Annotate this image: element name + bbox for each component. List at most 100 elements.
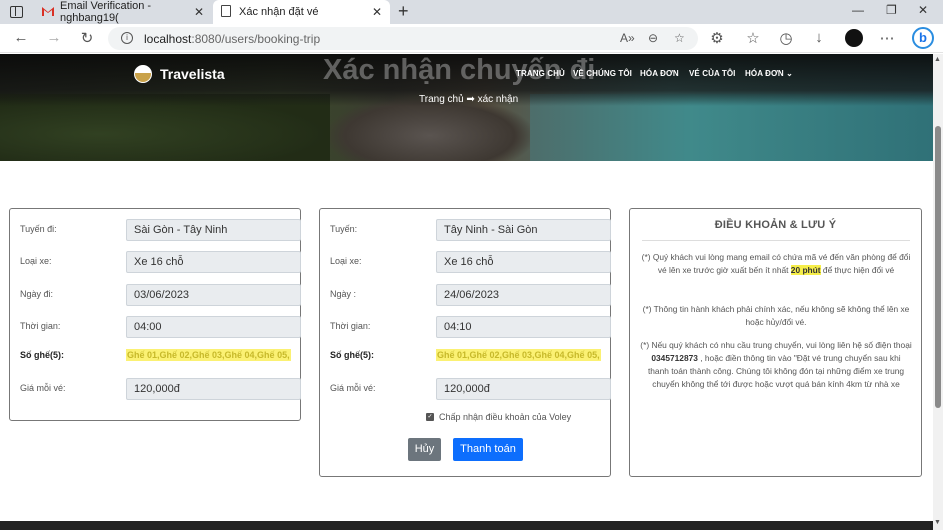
browser-tab-strip: Email Verification - nghbang19( ✕ Xác nh… (0, 0, 943, 24)
seats-value: Ghế 01,Ghế 02,Ghế 03,Ghế 04,Ghế 05, (436, 349, 601, 361)
return-trip-card: Tuyến: Tây Ninh - Sài Gòn Loại xe: Xe 16… (319, 208, 611, 477)
maximize-icon[interactable]: ❐ (886, 3, 897, 17)
route-row: Tuyến: Tây Ninh - Sài Gòn (330, 219, 611, 241)
profile-avatar[interactable] (845, 29, 863, 47)
gmail-icon (42, 7, 54, 16)
close-tab-icon[interactable]: ✕ (194, 5, 204, 19)
date-label: Ngày đi: (20, 289, 54, 299)
time-row: Thời gian: 04:00 (20, 316, 301, 338)
site-logo[interactable]: Travelista (134, 65, 225, 83)
vehicle-field: Xe 16 chỗ (126, 251, 301, 273)
address-bar[interactable]: i localhost:8080/users/booking-trip A» ⊖… (108, 27, 698, 50)
vehicle-label: Loại xe: (20, 256, 52, 266)
date-field: 03/06/2023 (126, 284, 301, 306)
divider (642, 240, 910, 241)
terms-paragraph-3: (*) Nếu quý khách có nhu cầu trung chuyể… (640, 340, 912, 389)
scroll-up-icon[interactable]: ▲ (934, 56, 941, 63)
hero-banner: Xác nhận chuyến đi Travelista TRANG CHỦ … (0, 54, 933, 161)
terms-paragraph-1: (*) Quý khách vui lòng mang email có chứ… (641, 252, 911, 275)
tab-email-verification[interactable]: Email Verification - nghbang19( ✕ (34, 0, 212, 24)
vehicle-field: Xe 16 chỗ (436, 251, 611, 273)
checkbox-checked-icon[interactable]: ✓ (426, 413, 434, 421)
price-row: Giá mỗi vé: 120,000đ (330, 378, 611, 400)
time-label: Thời gian: (330, 321, 371, 331)
seats-label: Số ghế(5): (20, 350, 64, 360)
tab-actions-icon[interactable] (10, 6, 23, 18)
reload-icon[interactable]: ↻ (78, 29, 96, 47)
tab-title: Email Verification - nghbang19( (60, 0, 152, 24)
date-label: Ngày : (330, 289, 357, 299)
price-label: Giá mỗi vé: (330, 383, 376, 393)
route-field: Tây Ninh - Sài Gòn (436, 219, 611, 241)
seats-value: Ghế 01,Ghế 02,Ghế 03,Ghế 04,Ghế 05, (126, 349, 291, 361)
outbound-trip-card: Tuyến đi: Sài Gòn - Tây Ninh Loại xe: Xe… (9, 208, 301, 421)
terms-title: ĐIỀU KHOẢN & LƯU Ý (714, 219, 837, 231)
vehicle-row: Loại xe: Xe 16 chỗ (330, 251, 611, 273)
page-viewport: Xác nhận chuyến đi Travelista TRANG CHỦ … (0, 54, 933, 530)
more-icon[interactable]: ⋯ (878, 29, 896, 47)
hero-rock (330, 98, 530, 161)
scrollbar-thumb[interactable] (935, 126, 941, 408)
price-row: Giá mỗi vé: 120,000đ (20, 378, 301, 400)
date-row: Ngày đi: 03/06/2023 (20, 284, 301, 306)
back-icon[interactable]: ← (12, 29, 30, 46)
info-icon[interactable]: i (121, 32, 133, 44)
route-label: Tuyến: (330, 224, 358, 234)
time-field: 04:10 (436, 316, 611, 338)
browser-toolbar: ← → ↻ i localhost:8080/users/booking-tri… (0, 24, 943, 53)
url-text: localhost:8080/users/booking-trip (144, 32, 321, 46)
extensions-icon[interactable]: ⚙ (708, 29, 726, 47)
breadcrumb: Trang chủ ➡ xác nhận (419, 94, 519, 105)
scroll-down-icon[interactable]: ▼ (934, 519, 941, 526)
brand-name: Travelista (160, 66, 225, 82)
nav-my-tickets[interactable]: VÉ CỦA TÔI (689, 69, 735, 78)
pay-button[interactable]: Thanh toán (453, 438, 523, 461)
new-tab-icon[interactable]: + (398, 1, 409, 22)
read-aloud-icon[interactable]: A» (620, 31, 635, 45)
footer-bar (0, 521, 933, 530)
vehicle-label: Loại xe: (330, 256, 362, 266)
terms-paragraph-2: (*) Thông tin hành khách phải chính xác,… (642, 304, 910, 327)
close-window-icon[interactable]: ✕ (918, 3, 928, 17)
nav-about[interactable]: VỀ CHÚNG TÔI (573, 69, 632, 78)
date-row: Ngày : 24/06/2023 (330, 284, 611, 306)
hotline-number: 0345712873 (651, 353, 698, 363)
favorite-icon[interactable]: ☆ (674, 31, 685, 45)
page-scrollbar[interactable]: ▲ ▼ (933, 54, 943, 530)
terms-card: ĐIỀU KHOẢN & LƯU Ý (*) Quý khách vui lòn… (629, 208, 922, 477)
seats-row: Số ghế(5): Ghế 01,Ghế 02,Ghế 03,Ghế 04,G… (330, 345, 602, 367)
nav-home[interactable]: TRANG CHỦ (516, 69, 565, 78)
highlight-20-minutes: 20 phút (790, 265, 821, 275)
route-row: Tuyến đi: Sài Gòn - Tây Ninh (20, 219, 301, 241)
close-tab-icon[interactable]: ✕ (372, 5, 382, 19)
seats-row: Số ghế(5): Ghế 01,Ghế 02,Ghế 03,Ghế 04,G… (20, 345, 292, 367)
bing-icon[interactable]: b (912, 27, 934, 49)
time-row: Thời gian: 04:10 (330, 316, 611, 338)
chevron-down-icon: ⌄ (786, 69, 793, 78)
route-field: Sài Gòn - Tây Ninh (126, 219, 301, 241)
seats-label: Số ghế(5): (330, 350, 374, 360)
price-label: Giá mỗi vé: (20, 383, 66, 393)
download-icon[interactable]: ↓ (810, 29, 828, 46)
tab-title: Xác nhận đặt vé (239, 6, 319, 18)
accept-terms-label: Chấp nhận điều khoản của Voley (439, 412, 572, 422)
accept-terms-checkbox[interactable]: ✓ Chấp nhận điều khoản của Voley (426, 412, 571, 422)
tab-booking-confirm[interactable]: Xác nhận đặt vé ✕ (213, 0, 390, 24)
price-field: 120,000đ (436, 378, 611, 400)
history-icon[interactable]: ◷ (777, 29, 795, 47)
vehicle-row: Loại xe: Xe 16 chỗ (20, 251, 301, 273)
zoom-icon[interactable]: ⊖ (648, 31, 658, 45)
time-field: 04:00 (126, 316, 301, 338)
logo-icon (134, 65, 152, 83)
price-field: 120,000đ (126, 378, 301, 400)
minimize-icon[interactable]: — (852, 3, 864, 17)
forward-icon[interactable]: → (45, 29, 63, 46)
cancel-button[interactable]: Hủy (408, 438, 441, 461)
time-label: Thời gian: (20, 321, 61, 331)
nav-invoice-dropdown[interactable]: HÓA ĐƠN ⌄ (745, 69, 793, 78)
date-field: 24/06/2023 (436, 284, 611, 306)
route-label: Tuyến đi: (20, 224, 57, 234)
nav-invoice[interactable]: HÓA ĐƠN (640, 69, 679, 78)
favorites-icon[interactable]: ☆ (744, 29, 762, 47)
page-icon (221, 5, 231, 17)
